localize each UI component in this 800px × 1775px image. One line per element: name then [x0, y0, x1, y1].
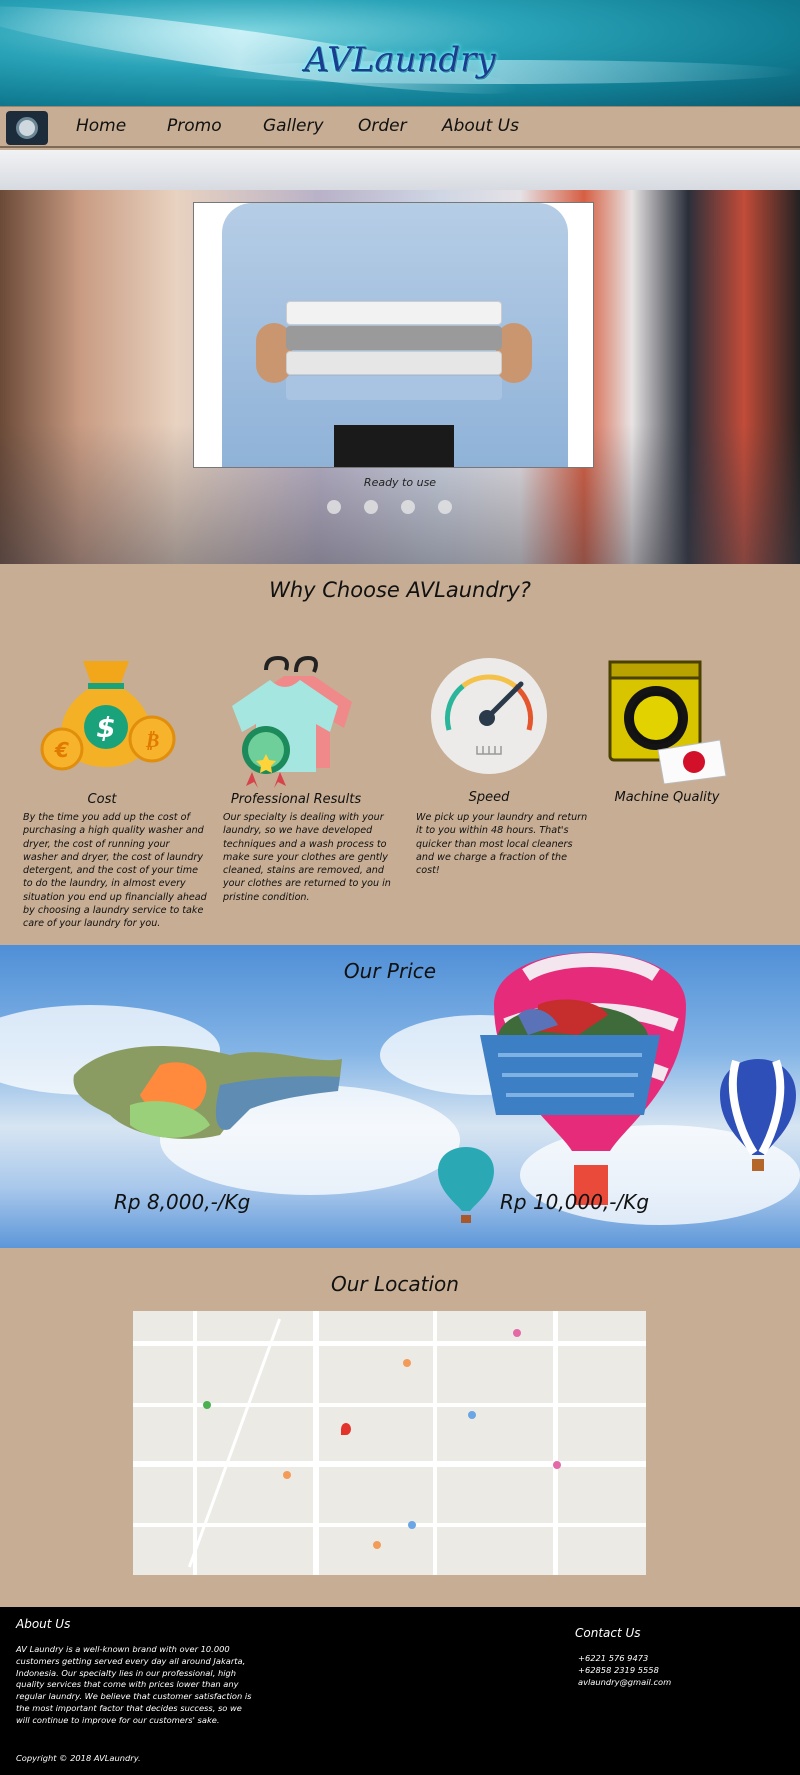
footer-about-text: AV Laundry is a well-known brand with ov… [16, 1644, 252, 1725]
nav-promo[interactable]: Promo [167, 116, 222, 136]
location-map[interactable] [133, 1311, 646, 1575]
contact-email[interactable]: avlaundry@gmail.com [578, 1677, 671, 1687]
pile-of-clothes-image [73, 1046, 342, 1139]
carousel-indicator[interactable] [438, 500, 452, 514]
hot-air-balloon-teal [438, 1147, 494, 1223]
feature-title-cost: Cost [87, 792, 117, 807]
carousel-slide-image[interactable] [193, 202, 594, 468]
shirt-award-icon [226, 650, 364, 788]
feature-text-cost: By the time you add up the cost of purch… [23, 812, 207, 930]
contact-phone-2[interactable]: +62858 2319 5558 [578, 1665, 659, 1675]
footer-copyright: Copyright © 2018 AVLaundry. [16, 1753, 141, 1763]
location-pin-icon[interactable] [341, 1423, 351, 1435]
feature-title-speed: Speed [468, 790, 510, 805]
hot-air-balloon-blue [720, 1059, 796, 1171]
price-per-kg-express: Rp 10,000,-/Kg [500, 1190, 650, 1214]
speedometer-icon [429, 656, 549, 776]
contact-phone-1[interactable]: +6221 576 9473 [578, 1653, 648, 1663]
carousel-indicator[interactable] [364, 500, 378, 514]
feature-title-professional-results: Professional Results [230, 792, 362, 807]
footer-contact-title: Contact Us [575, 1626, 641, 1640]
hero-carousel: Ready to use [0, 150, 800, 564]
feature-title-machine-quality: Machine Quality [614, 790, 720, 805]
svg-text:€: € [54, 738, 69, 762]
nav-about-us[interactable]: About Us [442, 116, 519, 136]
washing-machine-logo-icon[interactable] [6, 111, 48, 145]
carousel-indicator[interactable] [401, 500, 415, 514]
location-section-title: Our Location [331, 1272, 459, 1296]
header-banner: AVLaundry [0, 0, 800, 106]
folded-shirts [286, 301, 502, 401]
price-section-title: Our Price [343, 959, 437, 983]
brand-title: AVLaundry [304, 40, 496, 80]
nav-home[interactable]: Home [76, 116, 126, 136]
nav-order[interactable]: Order [358, 116, 407, 136]
carousel-caption: Ready to use [363, 476, 437, 489]
svg-text:$: $ [96, 711, 115, 744]
svg-text:₿: ₿ [145, 728, 160, 752]
price-section: Our Price Rp 8,000,-/Kg Rp 10,000,-/Kg [0, 945, 800, 1248]
washing-machine-japan-icon [608, 660, 728, 785]
laundry-basket-image [480, 999, 660, 1115]
feature-text-professional-results: Our specialty is dealing with your laund… [223, 812, 391, 903]
footer-about-title: About Us [16, 1617, 71, 1631]
clothes-rack-background [0, 150, 800, 190]
carousel-indicator[interactable] [327, 500, 341, 514]
why-section-title: Why Choose AVLaundry? [269, 578, 531, 602]
nav-gallery[interactable]: Gallery [263, 116, 324, 136]
feature-text-speed: We pick up your laundry and return it to… [416, 812, 588, 877]
price-per-kg-regular: Rp 8,000,-/Kg [114, 1190, 251, 1214]
water-splash [200, 60, 800, 84]
footer: About Us AV Laundry is a well-known bran… [0, 1607, 800, 1775]
main-nav: Home Promo Gallery Order About Us [0, 106, 800, 148]
money-bag-icon: $ € ₿ [38, 655, 178, 773]
